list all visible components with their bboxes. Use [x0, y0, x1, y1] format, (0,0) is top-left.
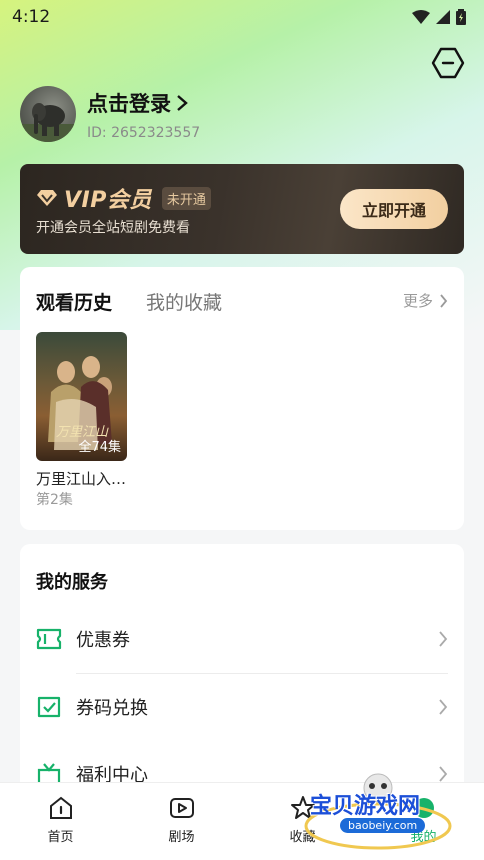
service-item-coupon[interactable]: 优惠券 [36, 615, 448, 663]
coupon-icon [36, 628, 62, 650]
vip-card[interactable]: VIP会员 未开通 开通会员全站短剧免费看 立即开通 [20, 164, 464, 254]
service-label: 优惠券 [76, 630, 130, 651]
play-icon [169, 798, 194, 818]
redeem-icon [37, 696, 61, 718]
settings-hexagon-button[interactable] [430, 45, 466, 81]
more-label: 更多 [402, 292, 433, 310]
home-icon [49, 796, 72, 819]
vip-title: VIP会员 [64, 188, 152, 213]
service-label: 券码兑换 [76, 698, 148, 719]
show-poster[interactable]: 万里江山 全74集 [36, 332, 127, 461]
chevron-right-icon [439, 631, 448, 647]
vip-status-badge: 未开通 [161, 186, 211, 210]
login-link[interactable]: 点击登录 [87, 88, 171, 118]
divider [76, 673, 448, 674]
service-item-redeem[interactable]: 券码兑换 [36, 683, 448, 731]
diamond-icon [37, 190, 57, 206]
chevron-right-icon [177, 94, 188, 111]
tab-my-favorites[interactable]: 我的收藏 [146, 288, 222, 315]
avatar[interactable] [20, 86, 76, 142]
status-icons [412, 9, 466, 25]
chevron-right-icon [440, 293, 448, 308]
services-title: 我的服务 [36, 572, 108, 593]
nav-home[interactable]: 首页 [0, 783, 121, 860]
status-time: 4:12 [12, 7, 51, 27]
show-title[interactable]: 万里江山入… [36, 468, 126, 489]
activate-vip-button[interactable]: 立即开通 [340, 189, 448, 229]
status-bar: 4:12 [0, 0, 484, 34]
services-card: 我的服务 优惠券 券码兑换 福利中心 [20, 544, 464, 804]
nav-label: 首页 [47, 830, 74, 845]
episode-count: 全74集 [78, 440, 121, 455]
user-id: ID: 2652323557 [87, 124, 201, 141]
battery-icon [456, 9, 466, 25]
profile-section[interactable]: 点击登录 ID: 2652323557 [20, 86, 200, 142]
wifi-icon [412, 10, 430, 24]
nav-theater[interactable]: 剧场 [121, 783, 242, 860]
more-link[interactable]: 更多 [403, 290, 448, 311]
history-tabs: 观看历史 我的收藏 [36, 288, 222, 315]
tab-watch-history[interactable]: 观看历史 [36, 288, 112, 315]
signal-icon [436, 10, 450, 24]
history-card: 观看历史 我的收藏 更多 万里江山 全74集 万里江山入… 第2集 [20, 267, 464, 530]
show-episode: 第2集 [36, 492, 73, 508]
chevron-right-icon [439, 699, 448, 715]
elephant-avatar-image [20, 103, 76, 142]
nav-label: 剧场 [168, 830, 195, 845]
vip-description: 开通会员全站短剧免费看 [36, 220, 190, 236]
watermark-text: 宝贝游戏网 [310, 794, 421, 819]
watermark: 宝贝游戏网 baobeiy.com [298, 768, 458, 852]
watermark-url: baobeiy.com [340, 818, 426, 833]
